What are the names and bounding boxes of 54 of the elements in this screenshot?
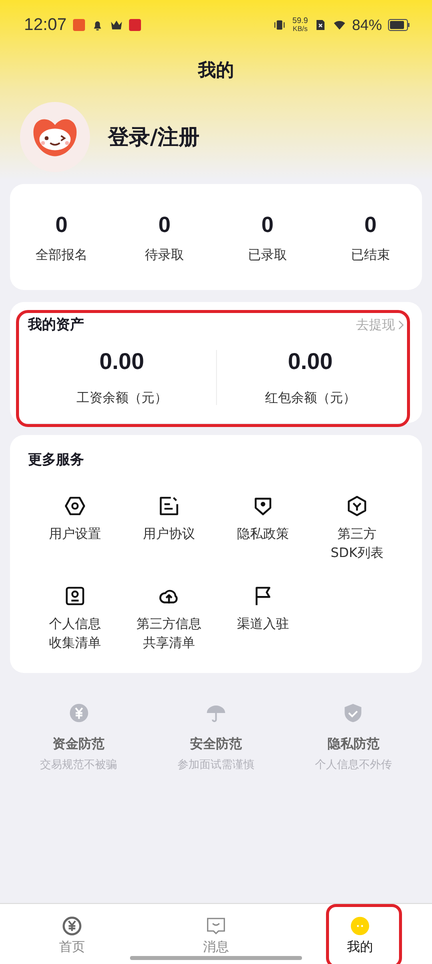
safety-title: 资金防范: [52, 736, 105, 753]
stat-count[interactable]: 0: [55, 212, 68, 238]
stat-count[interactable]: 0: [158, 212, 171, 238]
stat-label[interactable]: 已录取: [248, 246, 287, 264]
balance-label: 红包余额（元）: [264, 390, 356, 407]
chevron-right-icon: [398, 320, 404, 330]
hexagon-icon[interactable]: [346, 495, 368, 517]
section-title: 更多服务: [28, 451, 85, 469]
balance-amount: 0.00: [99, 348, 144, 375]
status-time: 12:07: [24, 15, 67, 35]
vibrate-icon: [273, 19, 286, 31]
service-label[interactable]: 第三方 SDK列表: [330, 525, 384, 563]
battery-percent: 84%: [352, 16, 382, 34]
balance-amount: 0.00: [288, 348, 333, 375]
yuan-coin-icon: [62, 916, 82, 936]
balance-label: 工资余额（元）: [76, 390, 168, 407]
umbrella-icon: [206, 703, 226, 723]
tab[interactable]: 消息: [144, 904, 288, 964]
network-speed: 59.9: [292, 16, 308, 25]
service-label[interactable]: 隐私政策: [237, 525, 289, 544]
document-edit-icon[interactable]: [158, 495, 180, 517]
yuan-coin-icon: [68, 703, 89, 723]
section-title: 我的资产: [28, 316, 84, 334]
app-notification-icon: [72, 19, 85, 31]
smiley-icon: [350, 916, 370, 936]
message-icon: [206, 916, 226, 936]
safety-subtitle: 参加面试需谨慎: [177, 757, 254, 772]
app-notification-icon: [128, 19, 141, 31]
shield-check-icon: [343, 703, 364, 723]
safety-title: 隐私防范: [327, 736, 380, 753]
stat-count[interactable]: 0: [261, 212, 274, 238]
safety-subtitle: 交易规范不被骗: [40, 757, 118, 772]
tab[interactable]: 我的: [288, 904, 432, 964]
id-card-icon[interactable]: [64, 585, 86, 607]
service-label[interactable]: 第三方信息共享清单: [136, 615, 202, 653]
settings-icon[interactable]: [64, 495, 86, 517]
shield-icon[interactable]: [252, 495, 274, 517]
stat-label[interactable]: 全部报名: [36, 246, 88, 264]
tab[interactable]: 首页: [0, 904, 144, 964]
service-label[interactable]: 渠道入驻: [237, 615, 289, 634]
sim-icon: [314, 19, 327, 31]
login-register-link[interactable]: 登录/注册: [108, 123, 200, 151]
service-label[interactable]: 用户协议: [143, 525, 195, 544]
battery-icon: [388, 19, 410, 31]
page-title: 我的: [196, 59, 235, 82]
stat-label[interactable]: 已结束: [351, 246, 390, 264]
stat-label[interactable]: 待录取: [145, 246, 184, 264]
stat-count[interactable]: 0: [364, 212, 377, 238]
safety-title: 安全防范: [190, 736, 242, 753]
crown-icon: [110, 19, 123, 31]
wifi-icon: [332, 19, 346, 31]
safety-subtitle: 个人信息不外传: [314, 757, 392, 772]
service-label[interactable]: 个人信息收集清单: [49, 615, 101, 653]
service-label[interactable]: 用户设置: [49, 525, 101, 544]
